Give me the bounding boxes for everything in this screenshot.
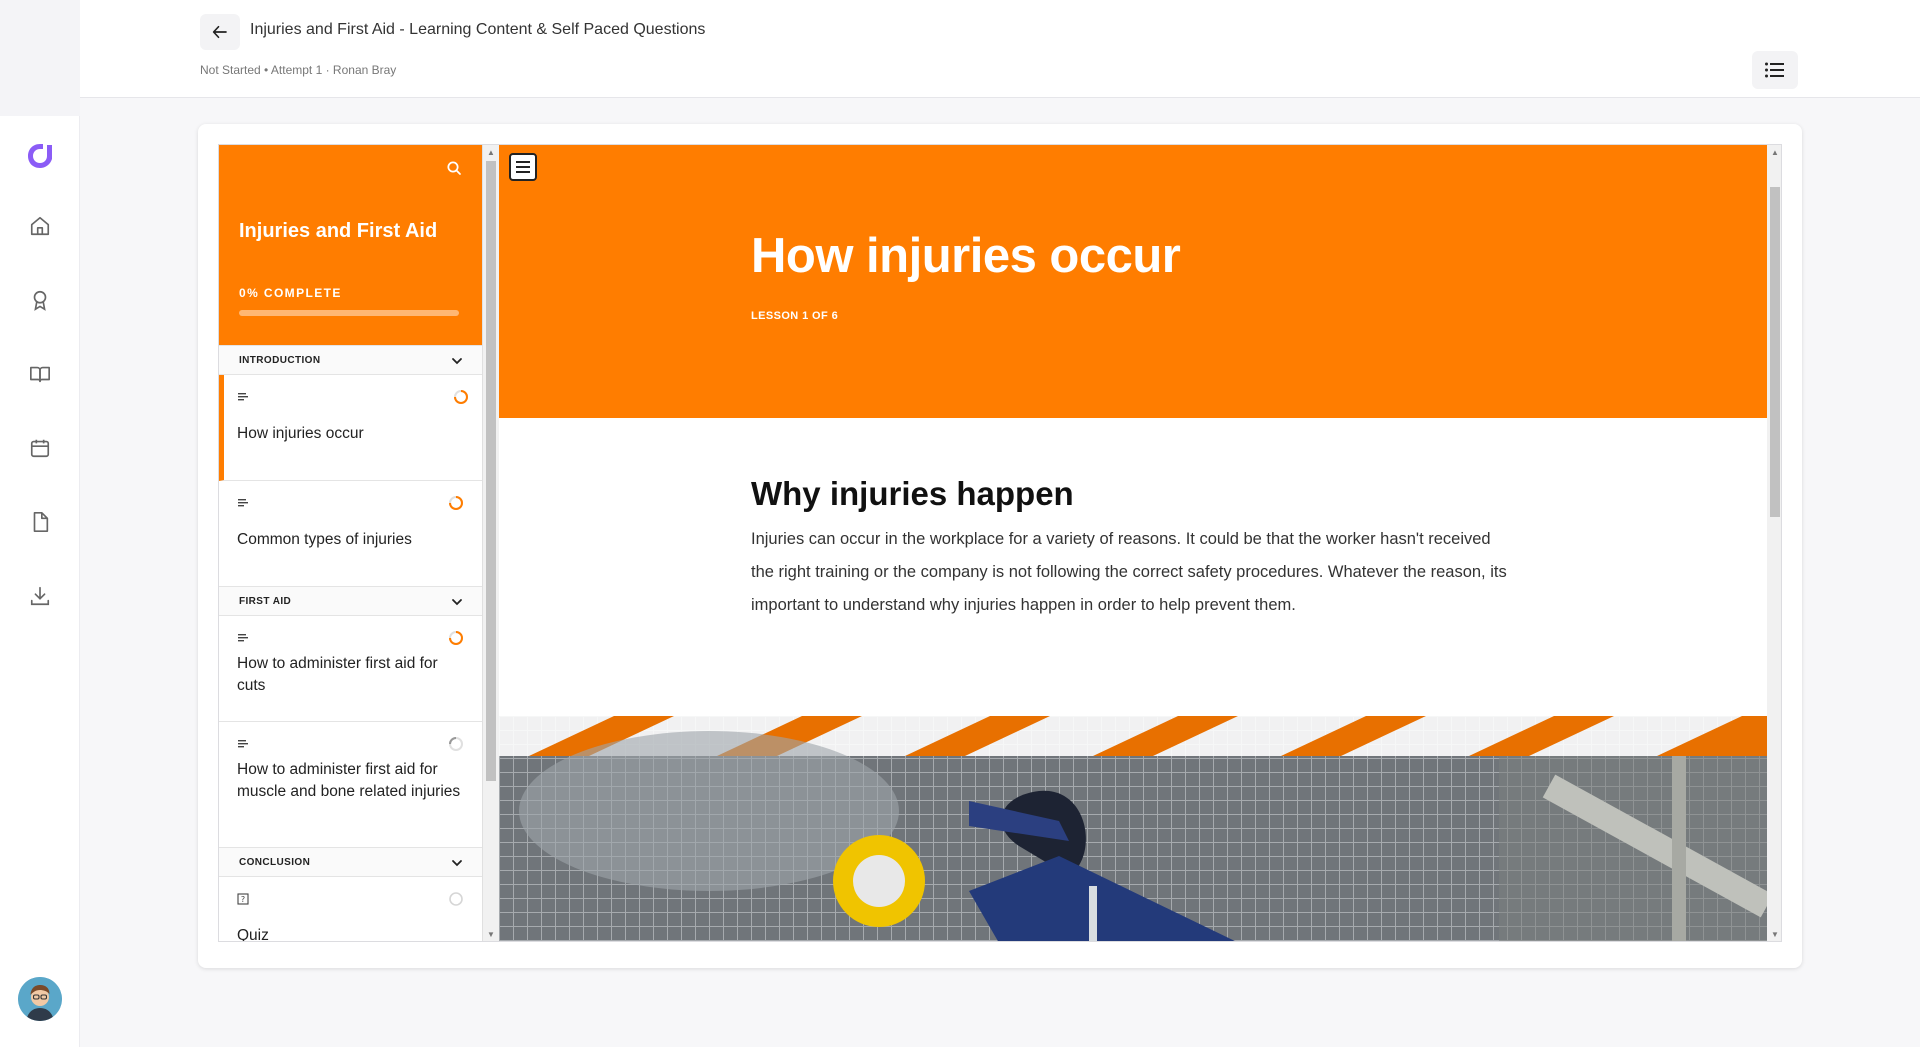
lesson-title: How injuries occur	[751, 229, 1181, 283]
list-icon	[1765, 62, 1784, 78]
chevron-down-icon	[452, 860, 462, 867]
document-icon[interactable]	[26, 508, 54, 536]
content-scrollbar-thumb[interactable]	[1770, 187, 1780, 517]
text-lesson-icon	[238, 499, 248, 507]
chevron-down-icon	[452, 599, 462, 606]
arrow-left-icon	[212, 25, 227, 39]
sidebar-toggle-button[interactable]	[509, 153, 537, 181]
sidebar-scrollbar-thumb[interactable]	[486, 161, 496, 781]
search-button[interactable]	[443, 157, 465, 179]
section-first-aid[interactable]: FIRST AID	[219, 586, 482, 616]
back-button[interactable]	[200, 14, 240, 50]
lesson-hero: How injuries occur LESSON 1 OF 6	[499, 145, 1767, 418]
course-header: Injuries and First Aid - Learning Conten…	[80, 0, 1920, 98]
calendar-icon[interactable]	[26, 434, 54, 462]
section-label: INTRODUCTION	[239, 355, 321, 366]
in-progress-icon	[454, 390, 468, 404]
section-paragraph: Injuries can occur in the workplace for …	[751, 530, 1507, 614]
sidebar-item-quiz[interactable]: ? Quiz	[219, 877, 482, 942]
download-icon[interactable]	[26, 582, 54, 610]
sidebar-header: Injuries and First Aid 0% COMPLETE	[219, 145, 482, 345]
sidebar-scrollbar[interactable]: ▲ ▼	[483, 145, 499, 941]
search-icon	[447, 161, 461, 175]
text-lesson-icon	[238, 634, 248, 642]
content-scrollbar[interactable]: ▲ ▼	[1767, 145, 1781, 941]
sidebar-course-title: Injuries and First Aid	[239, 220, 438, 242]
book-icon[interactable]	[26, 360, 54, 388]
app-rail	[0, 0, 80, 1047]
scroll-up-arrow-icon[interactable]: ▲	[487, 149, 495, 157]
scroll-down-arrow-icon[interactable]: ▼	[1771, 931, 1779, 939]
progress-label: 0% COMPLETE	[239, 286, 342, 300]
lesson-image	[499, 716, 1767, 941]
scroll-up-arrow-icon[interactable]: ▲	[1771, 149, 1779, 157]
sidebar-item-how-injuries-occur[interactable]: How injuries occur	[219, 375, 482, 481]
progress-bar	[239, 310, 459, 316]
award-icon[interactable]	[26, 286, 54, 314]
user-avatar[interactable]	[18, 977, 62, 1021]
lesson-title: Quiz	[237, 927, 269, 942]
hamburger-icon	[516, 161, 530, 173]
scroll-down-arrow-icon[interactable]: ▼	[487, 931, 495, 939]
brand-logo-icon[interactable]	[22, 138, 58, 174]
text-lesson-icon	[238, 740, 248, 748]
section-label: FIRST AID	[239, 596, 292, 607]
lesson-sidebar: Injuries and First Aid 0% COMPLETE INTRO…	[219, 145, 483, 942]
lesson-title: How to administer first aid for cuts	[237, 655, 438, 694]
home-icon[interactable]	[26, 212, 54, 240]
lesson-title: How injuries occur	[237, 425, 364, 442]
text-lesson-icon	[238, 393, 248, 401]
section-introduction[interactable]: INTRODUCTION	[219, 345, 482, 375]
svg-text:?: ?	[241, 895, 245, 904]
not-started-icon	[449, 892, 463, 906]
in-progress-icon	[449, 496, 463, 510]
outline-toggle-button[interactable]	[1752, 51, 1798, 89]
sidebar-item-first-aid-muscle-bone[interactable]: How to administer first aid for muscle a…	[219, 722, 482, 852]
lesson-counter: LESSON 1 OF 6	[751, 310, 839, 322]
chevron-down-icon	[452, 358, 462, 365]
attempt-status: Not Started • Attempt 1 · Ronan Bray	[200, 63, 397, 77]
sidebar-item-common-types-of-injuries[interactable]: Common types of injuries	[219, 481, 482, 587]
section-label: CONCLUSION	[239, 857, 311, 868]
lesson-title: Common types of injuries	[237, 531, 412, 548]
sidebar-item-first-aid-for-cuts[interactable]: How to administer first aid for cuts	[219, 616, 482, 722]
course-title: Injuries and First Aid - Learning Conten…	[250, 21, 706, 38]
in-progress-icon	[449, 631, 463, 645]
partial-progress-icon	[449, 737, 463, 751]
lesson-content: How injuries occur LESSON 1 OF 6 Why inj…	[499, 145, 1767, 941]
lesson-player: Injuries and First Aid 0% COMPLETE INTRO…	[218, 144, 1782, 942]
quiz-icon: ?	[237, 893, 249, 905]
section-heading: Why injuries happen	[751, 475, 1074, 512]
lesson-title: How to administer first aid for muscle a…	[237, 761, 461, 800]
rail-top-area	[0, 0, 80, 116]
section-conclusion[interactable]: CONCLUSION	[219, 847, 482, 877]
